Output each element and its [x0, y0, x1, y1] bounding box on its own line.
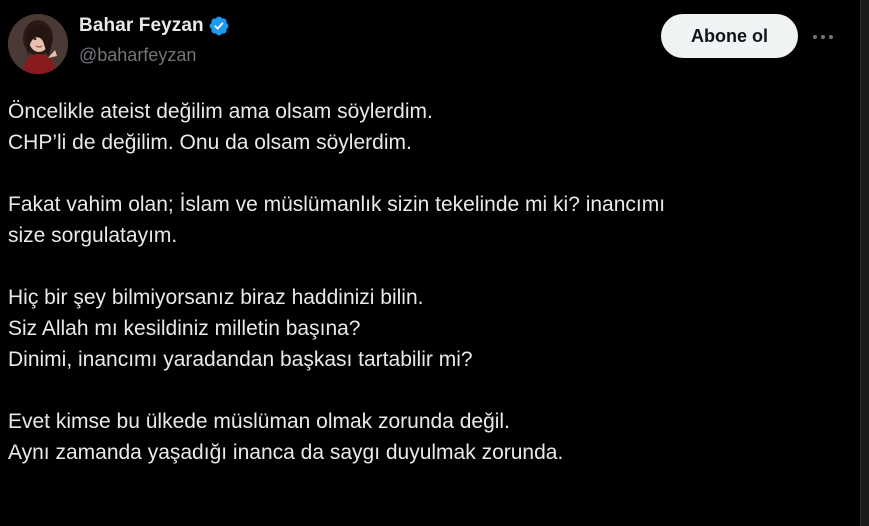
tweet-line: CHP’li de değilim. Onu da olsam söylerdi…	[8, 131, 412, 154]
tweet-paragraph-2: Fakat vahim olan; İslam ve müslümanlık s…	[8, 189, 848, 251]
tweet-header: Bahar Feyzan @baharfeyzan Abone ol	[8, 12, 853, 74]
tweet-line: Evet kimse bu ülkede müslüman olmak zoru…	[8, 410, 510, 433]
follow-button[interactable]: Abone ol	[661, 14, 798, 58]
author-handle[interactable]: @baharfeyzan	[79, 45, 196, 66]
tweet-line: Fakat vahim olan; İslam ve müslümanlık s…	[8, 193, 666, 216]
tweet-container: Bahar Feyzan @baharfeyzan Abone ol Öncel…	[0, 0, 861, 526]
tweet-line: Hiç bir şey bilmiyorsanız biraz haddiniz…	[8, 286, 424, 309]
author-display-name[interactable]: Bahar Feyzan	[79, 15, 204, 37]
tweet-paragraph-4: Evet kimse bu ülkede müslüman olmak zoru…	[8, 406, 848, 468]
tweet-text: Öncelikle ateist değilim ama olsam söyle…	[8, 96, 848, 468]
verified-badge-icon	[208, 15, 230, 37]
window-edge	[860, 0, 869, 526]
avatar[interactable]	[8, 14, 68, 74]
author-name-row: Bahar Feyzan	[79, 14, 230, 38]
tweet-paragraph-3: Hiç bir şey bilmiyorsanız biraz haddiniz…	[8, 282, 848, 375]
tweet-line: Siz Allah mı kesildiniz milletin başına?	[8, 317, 361, 340]
tweet-line: size sorgulatayım.	[8, 224, 178, 247]
avatar-image	[8, 14, 68, 74]
tweet-line: Dinimi, inancımı yaradandan başkası tart…	[8, 348, 473, 371]
tweet-paragraph-1: Öncelikle ateist değilim ama olsam söyle…	[8, 96, 848, 158]
more-options-button[interactable]	[808, 24, 838, 50]
tweet-line: Aynı zamanda yaşadığı inanca da saygı du…	[8, 441, 564, 464]
more-horizontal-icon	[813, 35, 833, 39]
tweet-line: Öncelikle ateist değilim ama olsam söyle…	[8, 100, 433, 123]
